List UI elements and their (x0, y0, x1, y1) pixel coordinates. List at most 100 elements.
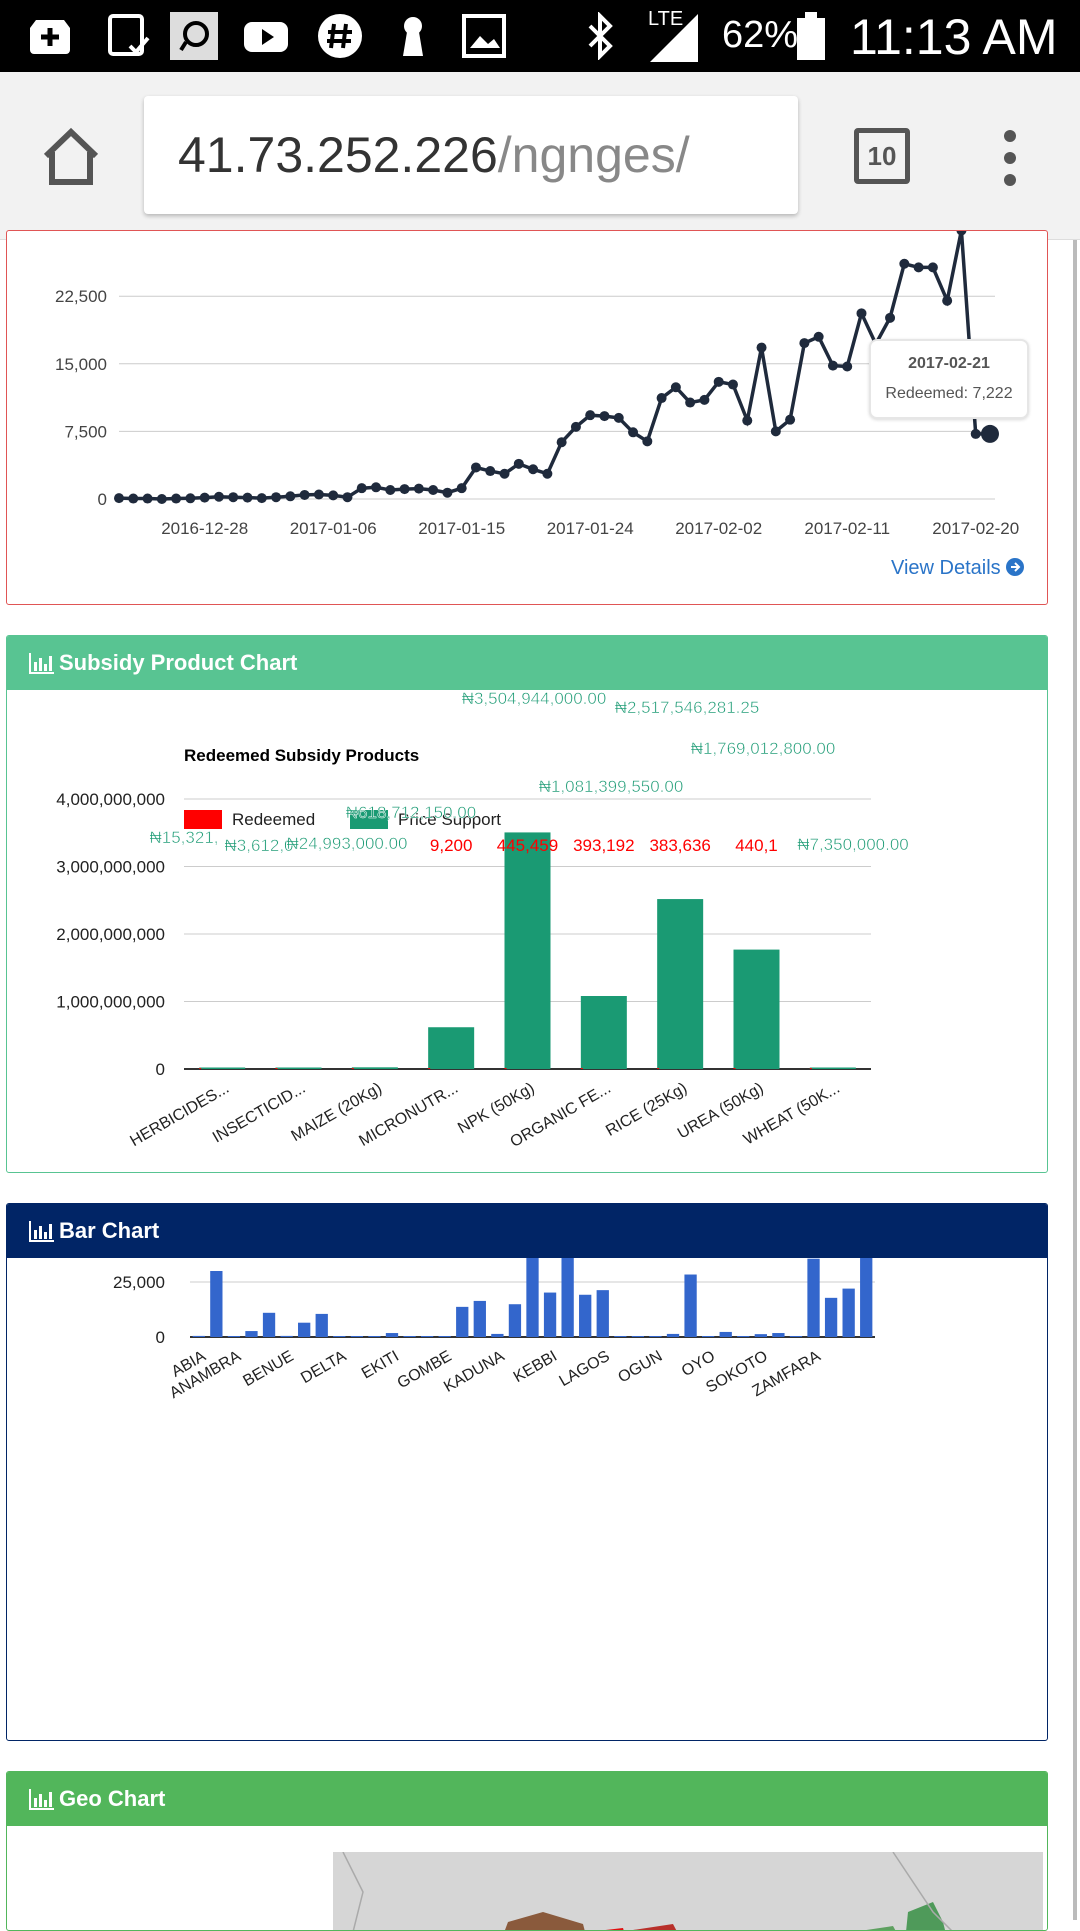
redeemed-bar (428, 1068, 431, 1069)
subsidy-bar-chart: Redeemed Subsidy ProductsRedeemed Price S… (56, 689, 909, 1151)
state-bar (649, 1336, 662, 1337)
data-point (942, 295, 953, 306)
data-point (470, 462, 481, 473)
data-point (727, 379, 738, 390)
geo-chart-panel: Geo Chart (6, 1771, 1048, 1931)
legend-swatch (184, 810, 222, 829)
data-point (513, 458, 524, 469)
x-tick-label: KADUNA (441, 1348, 508, 1396)
redeemed-bar (199, 1068, 202, 1069)
y-tick-label: 0 (156, 1328, 165, 1347)
data-point (742, 415, 753, 426)
data-point (699, 394, 710, 405)
redeemed-bar (809, 1068, 812, 1069)
page-scrollbar[interactable] (1073, 240, 1077, 1920)
state-bar (245, 1331, 258, 1337)
state-bar (473, 1300, 486, 1337)
add-box-icon (30, 20, 70, 54)
data-point (813, 331, 824, 342)
data-point (428, 484, 439, 495)
x-tick-label: OYO (679, 1348, 718, 1381)
data-point (156, 494, 167, 504)
state-bar (631, 1336, 645, 1337)
redeemed-bar (657, 1068, 660, 1069)
x-tick-label: 2017-02-20 (932, 519, 1019, 538)
data-point (185, 493, 196, 504)
signal-icon (650, 14, 698, 62)
clock: 11:13 AM (850, 9, 1058, 65)
battery-icon (797, 12, 825, 60)
data-point (613, 412, 624, 423)
menu-icon[interactable] (998, 128, 1022, 188)
data-point (542, 468, 553, 479)
price-support-label: ₦15,321, (150, 828, 219, 847)
state-bar (192, 1335, 205, 1337)
data-point (642, 436, 653, 447)
redeemed-bar (275, 1068, 278, 1069)
tab-switcher-button[interactable]: 10 (854, 128, 910, 184)
data-point (842, 361, 853, 372)
data-point (313, 489, 324, 500)
price-support-bar (657, 899, 704, 1069)
state-bar (614, 1336, 627, 1337)
tablet-check-icon (108, 14, 150, 56)
state-bar (227, 1336, 241, 1337)
data-point (114, 493, 124, 504)
geo-map[interactable] (333, 1852, 1043, 1931)
geo-panel-header: Geo Chart (7, 1772, 1047, 1826)
state-bar (860, 1204, 873, 1337)
state-bar (262, 1312, 276, 1337)
data-point (142, 493, 153, 504)
view-details-label: View Details (891, 557, 1001, 579)
data-point (585, 410, 596, 421)
data-point (499, 468, 510, 479)
state-bar (807, 1258, 820, 1337)
address-bar[interactable]: 41.73.252.226/ngnges/ (144, 96, 798, 214)
bar-panel-title: Bar Chart (59, 1218, 160, 1243)
youtube-icon (244, 22, 288, 52)
x-tick-label: 2017-01-24 (547, 519, 634, 538)
data-point (899, 258, 910, 269)
y-tick-label: 0 (156, 1060, 165, 1079)
redeemed-label: 9,200 (430, 836, 473, 855)
state-bar (666, 1333, 680, 1337)
message-icon (170, 12, 218, 60)
redeemed-bar (580, 1068, 583, 1069)
data-point (199, 492, 210, 503)
bluetooth-icon (588, 12, 613, 60)
data-point (285, 491, 296, 502)
chart-title: Redeemed Subsidy Products (184, 746, 419, 765)
data-point (385, 484, 396, 495)
data-point (413, 483, 424, 494)
view-details-link[interactable]: View Details (891, 557, 1025, 580)
data-point (356, 483, 367, 494)
state-bar (596, 1290, 609, 1337)
data-point (670, 382, 681, 393)
x-tick-label: OGUN (615, 1348, 665, 1387)
url-text[interactable]: 41.73.252.226/ngnges/ (178, 126, 690, 184)
data-point (970, 428, 981, 439)
geo-panel-title: Geo Chart (59, 1786, 166, 1811)
state-bar (526, 1252, 539, 1337)
chart-tooltip: 2017-02-21 Redeemed: 7,222 (869, 339, 1029, 419)
x-tick-label: DELTA (298, 1348, 349, 1387)
price-support-label: ₦1,769,012,800.00 (691, 739, 836, 758)
redeemed-label: 383,636 (649, 836, 710, 855)
price-support-bar (428, 1027, 475, 1069)
subsidy-panel-title: Subsidy Product Chart (59, 650, 298, 675)
keyhole-icon (403, 17, 423, 56)
state-bar (561, 1222, 574, 1337)
data-point (913, 262, 924, 273)
state-bar (420, 1336, 434, 1337)
y-tick-label: 25,000 (113, 1273, 165, 1292)
data-point (656, 393, 667, 404)
data-point (242, 492, 253, 503)
x-tick-label: 2017-01-15 (418, 519, 505, 538)
data-point (342, 492, 353, 503)
price-support-bar (733, 949, 780, 1069)
x-tick-label: LAGOS (557, 1348, 613, 1390)
data-point (256, 493, 267, 504)
state-bar (315, 1313, 328, 1337)
home-icon[interactable] (40, 126, 102, 188)
price-support-bar (199, 1067, 246, 1069)
